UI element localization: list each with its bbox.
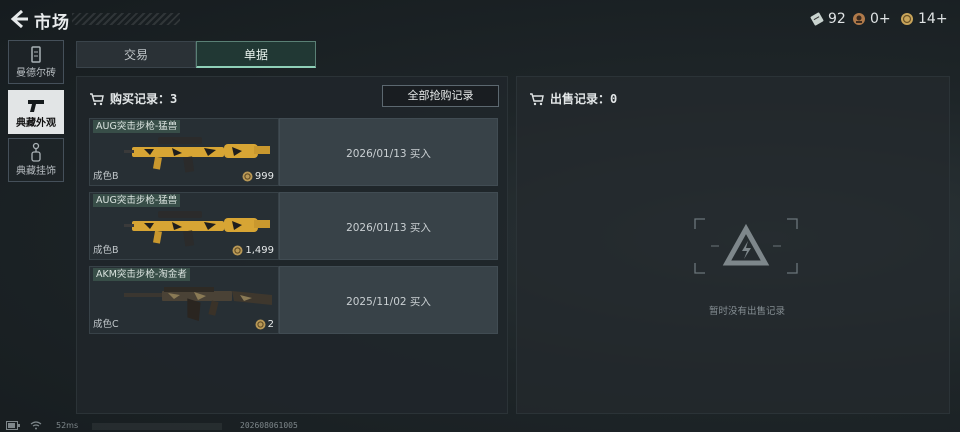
sidebar-item-mandel-brick[interactable]: 曼德尔砖 (8, 40, 64, 84)
tab-records[interactable]: 单据 (196, 41, 316, 68)
sidebar-item-collection-skin[interactable]: 典藏外观 (8, 90, 64, 134)
coin-icon (255, 319, 266, 330)
coin-icon (901, 13, 913, 25)
item-grade: 成色B (93, 171, 119, 182)
sale-records-panel: 出售记录： 0 暂时没有出售记录 (516, 76, 950, 414)
sidebar-item-collection-charm[interactable]: 典藏挂饰 (8, 138, 64, 182)
tab-bar: 交易 单据 (76, 41, 317, 68)
item-card[interactable]: AUG突击步枪-猛兽 成色B 1,499 (89, 192, 279, 260)
item-grade: 成色C (93, 319, 119, 330)
purchase-record-row[interactable]: AKM突击步枪-淘金者 成色C 2 2025/11/02 买入 (89, 266, 498, 334)
back-arrow-icon[interactable] (8, 8, 30, 30)
pistol-icon (28, 100, 44, 112)
item-card[interactable]: AUG突击步枪-猛兽 成色B 999 (89, 118, 279, 186)
purchase-record-row[interactable]: AUG突击步枪-猛兽 成色B 999 2026/01/13 买入 (89, 118, 498, 186)
cart-icon (530, 92, 544, 105)
sale-records-header: 出售记录： 0 (529, 90, 617, 107)
status-bar: 52ms 202608061005 (0, 420, 960, 432)
all-flash-purchase-records-button[interactable]: 全部抢购记录 (382, 85, 499, 107)
purchase-records-panel: 购买记录： 3 全部抢购记录 AUG突击步枪-猛兽 成色B 999 2026/0… (76, 76, 508, 414)
mandel-brick-icon (31, 46, 41, 63)
item-price: 2 (255, 319, 274, 330)
wifi-icon (30, 421, 42, 430)
purchase-date: 2025/11/02 买入 (346, 296, 431, 308)
item-grade: 成色B (93, 245, 119, 256)
top-bar: 市场 92 0+ 14+ (0, 0, 960, 38)
record-info: 2026/01/13 买入 (279, 192, 498, 260)
coin-icon (232, 245, 243, 256)
currency-coin[interactable]: 14+ (900, 9, 948, 29)
currency-ticket[interactable]: 92 (810, 9, 846, 29)
tab-trade[interactable]: 交易 (76, 41, 196, 68)
status-bar-decoration (92, 423, 222, 430)
battery-icon (6, 421, 20, 430)
purchase-records-header: 购买记录： 3 (89, 90, 177, 107)
gold-token-icon (853, 13, 865, 25)
item-card[interactable]: AKM突击步枪-淘金者 成色C 2 (89, 266, 279, 334)
record-info: 2026/01/13 买入 (279, 118, 498, 186)
purchase-record-row[interactable]: AUG突击步枪-猛兽 成色B 1,499 2026/01/13 买入 (89, 192, 498, 260)
record-info: 2025/11/02 买入 (279, 266, 498, 334)
sale-records-count: 0 (610, 91, 618, 106)
network-status: 52ms (6, 421, 78, 430)
ticket-icon (810, 12, 824, 26)
item-price: 999 (242, 171, 274, 182)
currency-token[interactable]: 0+ (852, 9, 891, 29)
empty-state-logo-icon (694, 218, 798, 274)
aug-rifle-icon (124, 211, 270, 247)
purchase-records-title: 购买记录： (110, 92, 171, 106)
title-decoration (72, 13, 180, 25)
currency-value: 14+ (918, 11, 948, 27)
cart-icon (90, 92, 104, 105)
akm-rifle-icon (124, 287, 272, 321)
item-price-value: 2 (267, 319, 274, 330)
coin-icon (242, 171, 253, 182)
sidebar-item-label: 曼德尔砖 (16, 68, 56, 79)
purchase-date: 2026/01/13 买入 (346, 222, 431, 234)
sidebar-item-label: 典藏外观 (16, 118, 56, 129)
ping-value: 52ms (56, 421, 79, 430)
aug-rifle-icon (124, 137, 270, 173)
charm-icon (31, 142, 41, 162)
sale-records-title: 出售记录： (550, 92, 611, 106)
item-price-value: 999 (254, 171, 274, 182)
item-price-value: 1,499 (245, 245, 274, 256)
page-title: 市场 (34, 13, 70, 33)
purchase-records-count: 3 (170, 91, 178, 106)
sidebar-item-label: 典藏挂饰 (16, 166, 56, 177)
currency-value: 92 (828, 11, 846, 27)
build-id: 202608061005 (240, 421, 298, 430)
item-price: 1,499 (232, 245, 274, 256)
purchase-date: 2026/01/13 买入 (346, 148, 431, 160)
empty-state-text: 暂时没有出售记录 (708, 306, 785, 317)
currency-value: 0+ (870, 11, 891, 27)
